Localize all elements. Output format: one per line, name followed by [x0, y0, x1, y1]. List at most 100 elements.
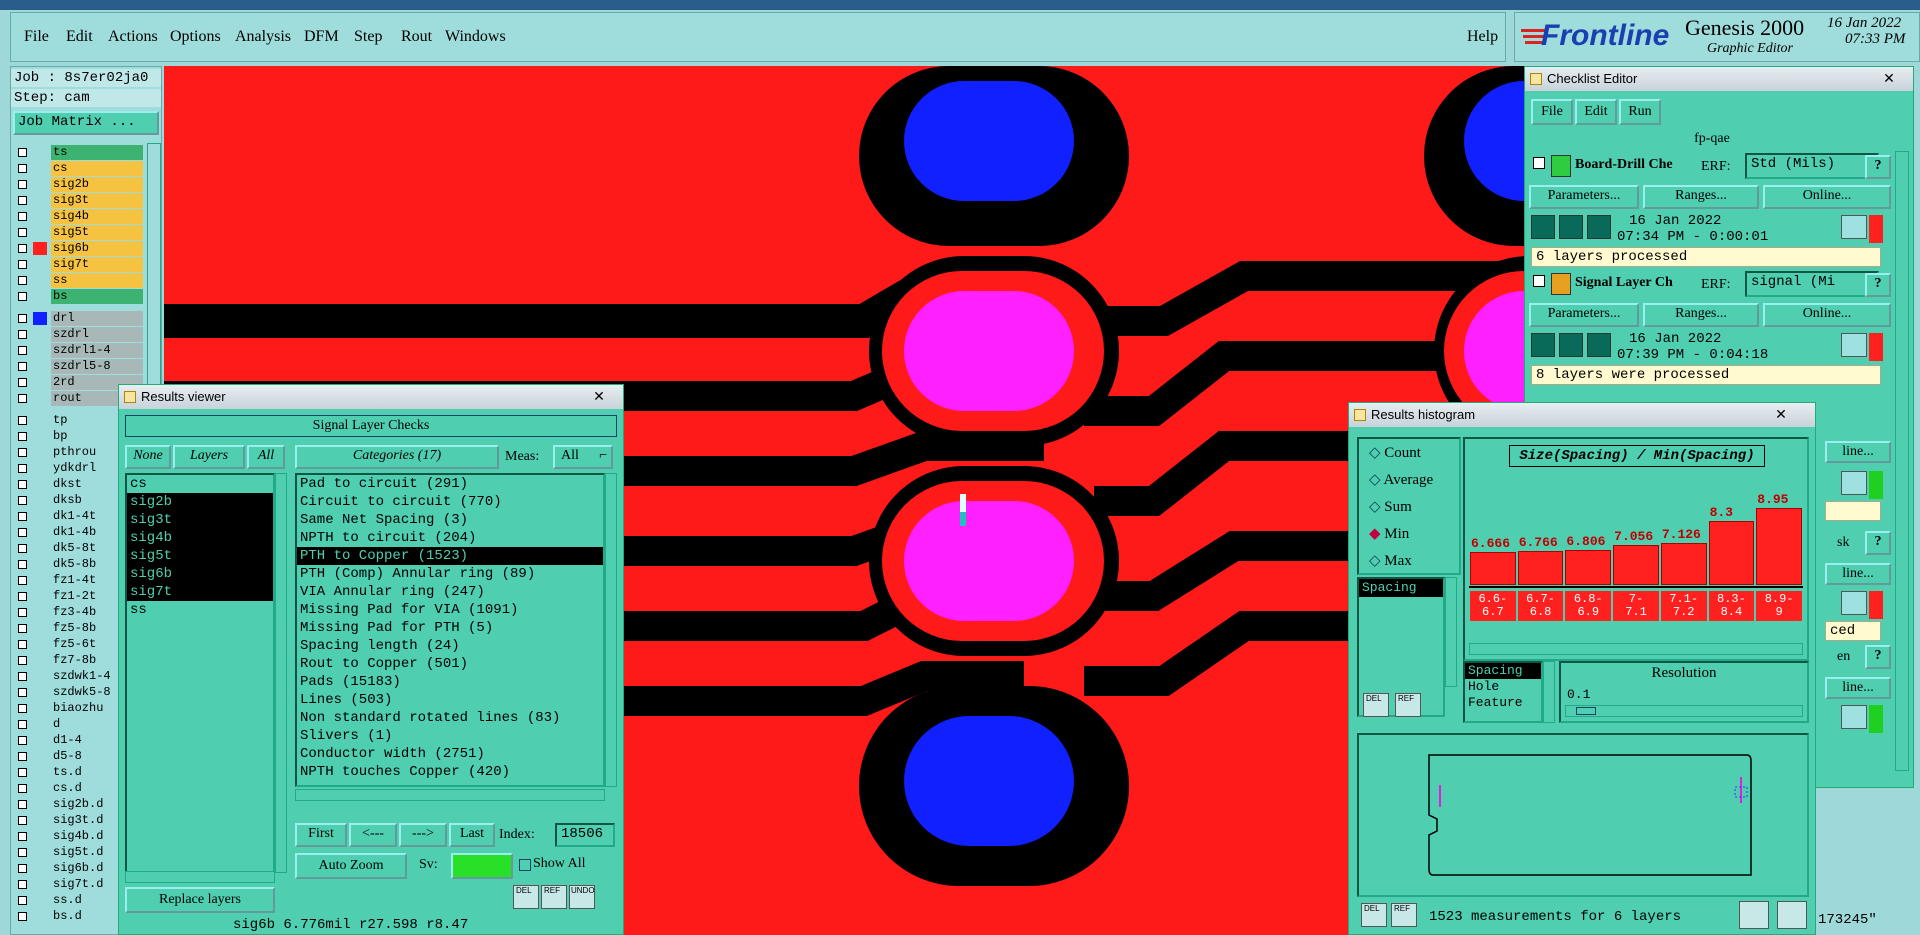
- result-layer-item[interactable]: sig5t: [127, 547, 273, 565]
- layer-checkbox[interactable]: [18, 864, 27, 873]
- erf-value[interactable]: Std (Mils): [1745, 153, 1879, 179]
- layer-name[interactable]: drl: [51, 311, 143, 326]
- run-range-icon[interactable]: [1559, 215, 1583, 239]
- layer-color-swatch[interactable]: [33, 558, 47, 571]
- close-icon[interactable]: ✕: [1869, 69, 1909, 87]
- close-icon[interactable]: ✕: [579, 387, 619, 405]
- menu-rout[interactable]: Rout: [401, 28, 432, 46]
- layer-row[interactable]: szdrl1-4: [15, 343, 143, 358]
- mode-radio-max[interactable]: ◇ Max: [1369, 551, 1412, 570]
- layer-color-swatch[interactable]: [33, 462, 47, 475]
- layer-color-swatch[interactable]: [33, 344, 47, 357]
- index-input[interactable]: 18506: [555, 823, 615, 847]
- categories-button[interactable]: Categories (17): [295, 445, 499, 469]
- layer-color-swatch[interactable]: [33, 178, 47, 191]
- layer-color-swatch[interactable]: [33, 414, 47, 427]
- layer-checkbox[interactable]: [18, 164, 27, 173]
- online-button-5[interactable]: line...: [1825, 677, 1891, 699]
- layer-checkbox[interactable]: [18, 688, 27, 697]
- result-layer-item[interactable]: sig7t: [127, 583, 273, 601]
- layer-checkbox[interactable]: [18, 576, 27, 585]
- layer-color-swatch[interactable]: [33, 312, 47, 325]
- layer-checkbox[interactable]: [18, 212, 27, 221]
- layer-color-swatch[interactable]: [33, 162, 47, 175]
- layer-color-swatch[interactable]: [33, 542, 47, 555]
- category-item[interactable]: Pad to circuit (291): [297, 475, 603, 493]
- layer-checkbox[interactable]: [18, 228, 27, 237]
- layer-checkbox[interactable]: [18, 784, 27, 793]
- layers-none-button[interactable]: None: [125, 445, 171, 469]
- view-results-icon-3[interactable]: [1841, 471, 1867, 495]
- layer-color-swatch[interactable]: [33, 258, 47, 271]
- result-layer-item[interactable]: sig4b: [127, 529, 273, 547]
- menu-analysis[interactable]: Analysis: [235, 28, 291, 46]
- category-item[interactable]: Circuit to circuit (770): [297, 493, 603, 511]
- layer-color-swatch[interactable]: [33, 910, 47, 923]
- layer-color-swatch[interactable]: [33, 328, 47, 341]
- menu-edit[interactable]: Edit: [66, 28, 93, 46]
- layer-checkbox[interactable]: [18, 244, 27, 253]
- layer-row[interactable]: sig2b: [15, 177, 143, 192]
- layer-color-swatch[interactable]: [33, 798, 47, 811]
- category-item[interactable]: Conductor width (2751): [297, 745, 603, 763]
- layer-color-swatch[interactable]: [33, 590, 47, 603]
- online-button[interactable]: Online...: [1763, 303, 1891, 327]
- menu-step[interactable]: Step: [354, 28, 382, 46]
- layer-list-hscroll[interactable]: [125, 871, 275, 883]
- layer-checkbox[interactable]: [18, 496, 27, 505]
- layer-checkbox[interactable]: [18, 544, 27, 553]
- menu-dfm[interactable]: DFM: [304, 28, 339, 46]
- layer-row[interactable]: szdrl5-8: [15, 359, 143, 374]
- layer-checkbox[interactable]: [18, 592, 27, 601]
- layer-checkbox[interactable]: [18, 832, 27, 841]
- check-name[interactable]: Board-Drill Che: [1575, 157, 1673, 173]
- run-check-icon[interactable]: [1531, 333, 1555, 357]
- layer-checkbox[interactable]: [18, 464, 27, 473]
- layer-color-swatch[interactable]: [33, 526, 47, 539]
- layer-checkbox[interactable]: [18, 512, 27, 521]
- result-layer-item[interactable]: sig2b: [127, 493, 273, 511]
- checklist-menu-edit[interactable]: Edit: [1575, 99, 1617, 125]
- checklist-titlebar[interactable]: Checklist Editor: [1525, 67, 1913, 91]
- layer-color-swatch[interactable]: [33, 702, 47, 715]
- layer-color-swatch[interactable]: [33, 654, 47, 667]
- ranges-button[interactable]: Ranges...: [1643, 303, 1759, 327]
- undo-button[interactable]: UNDO: [569, 885, 595, 909]
- layer-color-swatch[interactable]: [33, 430, 47, 443]
- layers-all-button[interactable]: All: [247, 445, 285, 469]
- job-matrix-button[interactable]: Job Matrix ...: [13, 111, 159, 135]
- layer-color-swatch[interactable]: [33, 376, 47, 389]
- layer-checkbox[interactable]: [18, 800, 27, 809]
- layer-checkbox[interactable]: [18, 752, 27, 761]
- category-item[interactable]: Rout to Copper (501): [297, 655, 603, 673]
- category-item[interactable]: Missing Pad for PTH (5): [297, 619, 603, 637]
- layer-color-swatch[interactable]: [33, 718, 47, 731]
- layer-row[interactable]: sig4b: [15, 209, 143, 224]
- layer-checkbox[interactable]: [18, 346, 27, 355]
- type-item-hole[interactable]: Hole: [1465, 679, 1541, 695]
- run-check-icon[interactable]: [1531, 215, 1555, 239]
- view-results-icon-5[interactable]: [1841, 705, 1867, 729]
- run-all-icon[interactable]: [1587, 215, 1611, 239]
- layer-color-swatch[interactable]: [33, 274, 47, 287]
- parameters-button[interactable]: Parameters...: [1529, 303, 1639, 327]
- layer-checkbox[interactable]: [18, 394, 27, 403]
- replace-layers-dropdown[interactable]: Replace layers: [125, 887, 275, 913]
- checklist-menu-run[interactable]: Run: [1619, 99, 1661, 125]
- view-results-icon[interactable]: [1841, 333, 1867, 357]
- mode-radio-min[interactable]: ◆ Min: [1369, 524, 1409, 543]
- help-icon-4[interactable]: ?: [1865, 531, 1891, 555]
- layer-color-swatch[interactable]: [33, 894, 47, 907]
- layer-name[interactable]: sig3t: [51, 193, 143, 208]
- layer-checkbox[interactable]: [18, 432, 27, 441]
- auto-zoom-dropdown[interactable]: Auto Zoom: [295, 853, 407, 879]
- prev-button[interactable]: <---: [349, 823, 397, 847]
- view-results-icon[interactable]: [1841, 215, 1867, 239]
- layer-color-swatch[interactable]: [33, 622, 47, 635]
- first-button[interactable]: First: [295, 823, 347, 847]
- category-list-vscroll[interactable]: [605, 473, 617, 787]
- layer-row[interactable]: drl: [15, 311, 143, 326]
- layer-color-swatch[interactable]: [33, 686, 47, 699]
- category-item[interactable]: PTH to Copper (1523): [297, 547, 603, 565]
- layer-color-swatch[interactable]: [33, 360, 47, 373]
